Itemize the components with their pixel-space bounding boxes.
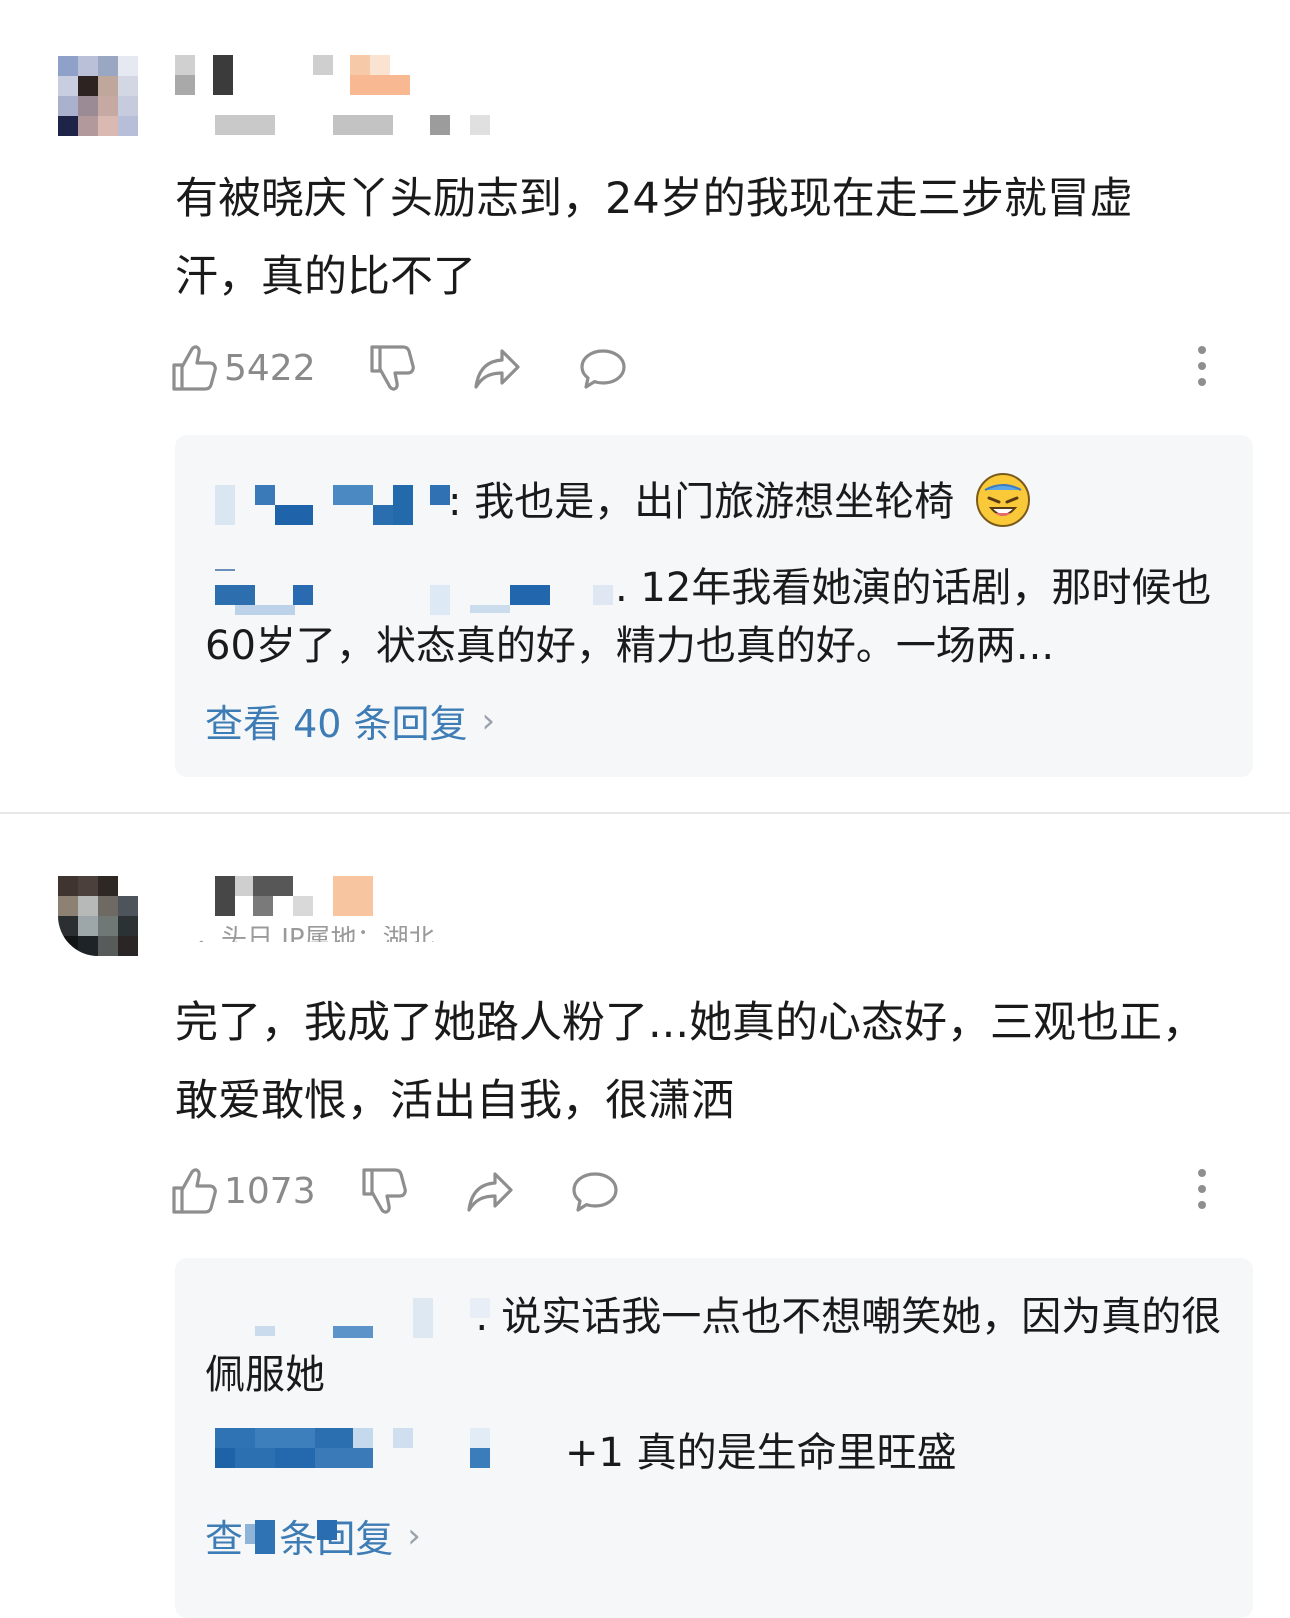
- crying-laughing-emoji: [975, 472, 1031, 528]
- reply-button[interactable]: [578, 340, 628, 396]
- dislike-button[interactable]: [368, 340, 416, 396]
- thumbs-up-icon: [170, 343, 218, 393]
- reply-item[interactable]: +1 真的是生命里旺盛: [205, 1424, 1225, 1484]
- comment-1: 有被晓庆丫头励志到，24岁的我现在走三步就冒虚汗，真的比不了 5422: 我也…: [0, 0, 1290, 812]
- like-button[interactable]: 5422: [170, 340, 316, 396]
- share-icon: [472, 343, 522, 393]
- view-more-replies-link[interactable]: 查看 40 条回复 ›: [205, 693, 495, 748]
- like-button[interactable]: 1073: [170, 1163, 316, 1219]
- share-button[interactable]: [465, 1163, 515, 1219]
- like-count: 1073: [224, 1170, 316, 1212]
- chevron-right-icon: ›: [481, 700, 496, 741]
- share-button[interactable]: [472, 340, 522, 396]
- dislike-button[interactable]: [360, 1163, 408, 1219]
- share-icon: [465, 1166, 515, 1216]
- more-vertical-icon[interactable]: [1192, 1169, 1212, 1213]
- chevron-right-icon: ›: [407, 1515, 421, 1556]
- meta-partial: ，头日 IP属地：湖北: [195, 926, 435, 942]
- avatar[interactable]: [58, 876, 138, 956]
- link-redacted: [245, 1514, 355, 1554]
- reply-username-redacted[interactable]: [215, 1428, 505, 1472]
- username-redacted[interactable]: [215, 876, 395, 916]
- replies-box: : 我也是，出门旅游想坐轮椅 . 12年我看她演的话剧，那时候也60岁了，状态真…: [175, 435, 1253, 777]
- thumbs-up-icon: [170, 1166, 218, 1216]
- comment-2: ，头日 IP属地：湖北 完了，我成了她路人粉了...她真的心态好，三观也正，敢爱…: [0, 814, 1290, 1618]
- comment-body: 完了，我成了她路人粉了...她真的心态好，三观也正，敢爱敢恨，活出自我，很潇洒: [175, 998, 1206, 1126]
- reply-username-redacted[interactable]: [255, 1298, 515, 1338]
- thumbs-down-icon: [360, 1166, 408, 1216]
- avatar[interactable]: [58, 56, 138, 136]
- comment-body: 有被晓庆丫头励志到，24岁的我现在走三步就冒虚汗，真的比不了: [175, 174, 1133, 302]
- reply-item[interactable]: : 我也是，出门旅游想坐轮椅: [205, 473, 1225, 533]
- reply-button[interactable]: [570, 1163, 620, 1219]
- action-bar: 1073: [170, 1163, 1240, 1223]
- reply-item[interactable]: : 说实话我一点也不想嘲笑她，因为真的很佩服她: [205, 1288, 1225, 1408]
- like-count: 5422: [224, 347, 316, 389]
- reply-item[interactable]: . 12年我看她演的话剧，那时候也60岁了，状态真的好，精力也真的好。一场两..…: [205, 559, 1225, 679]
- reply-username-redacted[interactable]: [215, 485, 465, 525]
- replies-box: : 说实话我一点也不想嘲笑她，因为真的很佩服她 +1 真的是生命里旺盛 查 条回…: [175, 1258, 1253, 1618]
- more-vertical-icon[interactable]: [1192, 346, 1212, 390]
- view-more-replies-link[interactable]: 查 条回复 ›: [205, 1508, 421, 1563]
- action-bar: 5422: [170, 340, 1240, 400]
- comment-bubble-icon: [570, 1166, 620, 1216]
- thumbs-down-icon: [368, 343, 416, 393]
- username-redacted[interactable]: [175, 55, 415, 100]
- meta-redacted: [215, 115, 495, 135]
- comment-bubble-icon: [578, 343, 628, 393]
- reply-username-redacted[interactable]: [215, 569, 635, 615]
